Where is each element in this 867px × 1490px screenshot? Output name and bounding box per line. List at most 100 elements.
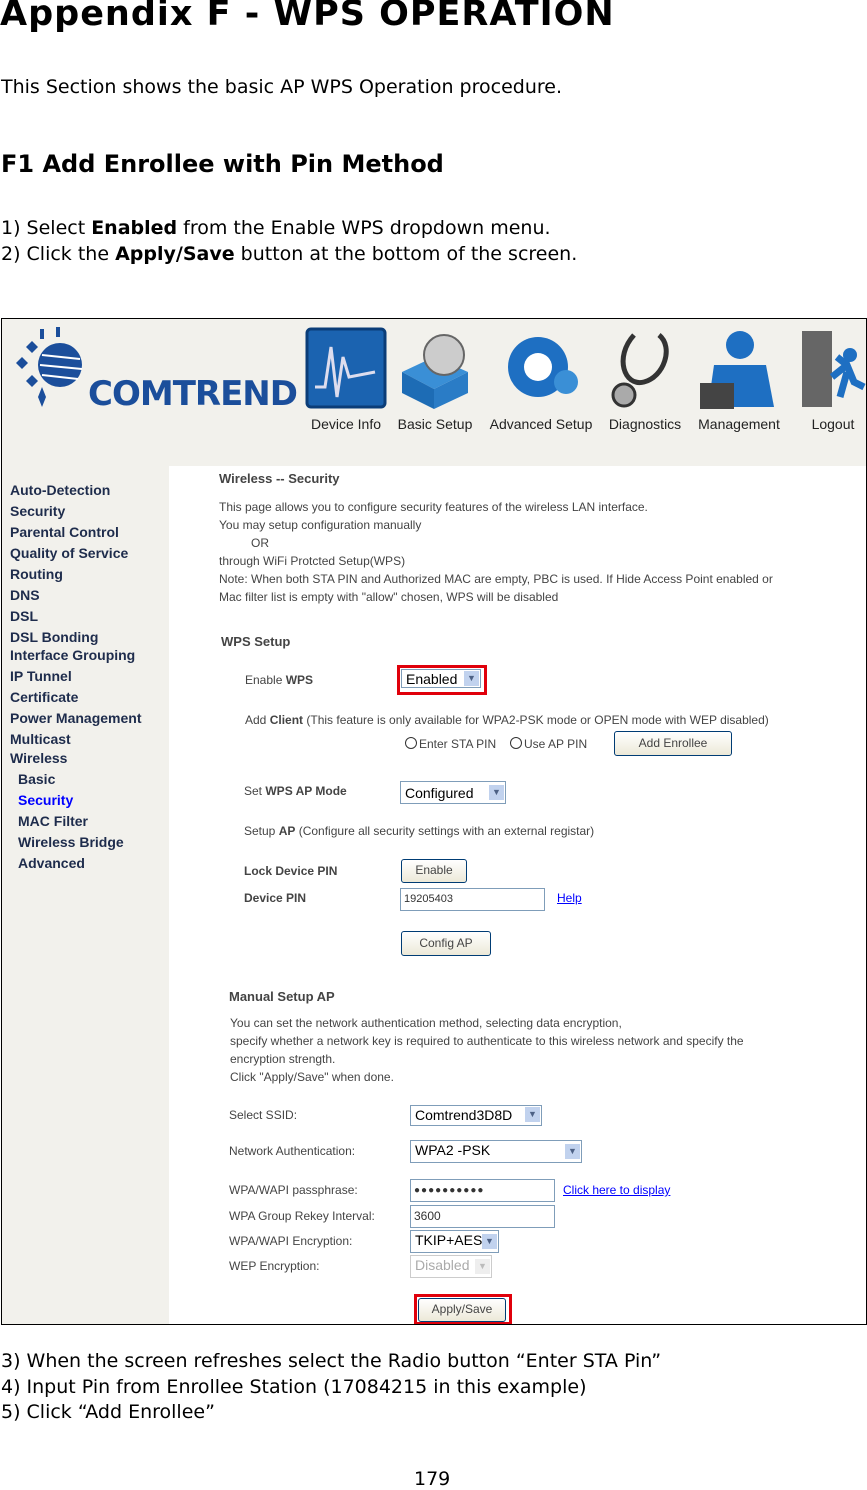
enable-wps-select[interactable]: Enabled ▼ — [401, 669, 481, 688]
page-number: 179 — [414, 1468, 451, 1490]
add-enrollee-button[interactable]: Add Enrollee — [614, 731, 732, 756]
sidebar-item[interactable]: Wireless — [10, 750, 67, 766]
section-heading: F1 Add Enrollee with Pin Method — [1, 150, 444, 178]
step-text: 1) Select — [1, 217, 92, 239]
step-bold: Enabled — [91, 217, 178, 239]
sidebar-item[interactable]: DNS — [10, 587, 40, 603]
radio-label: Use AP PIN — [524, 737, 588, 751]
radio-icon[interactable] — [510, 737, 522, 749]
ssid-select[interactable]: Comtrend3D8D ▼ — [410, 1105, 542, 1126]
sidebar-item[interactable]: DSL — [10, 608, 38, 624]
page-title: Wireless -- Security — [219, 471, 340, 486]
logo-mark-icon — [16, 327, 83, 407]
add-client-label: Add Client (This feature is only availab… — [245, 713, 769, 727]
nav-logout[interactable]: Logout — [800, 416, 866, 432]
label-bold: Client — [269, 713, 304, 727]
description-line: through WiFi Protcted Setup(WPS) — [219, 554, 406, 568]
sidebar-item[interactable]: DSL Bonding — [10, 629, 98, 645]
radio-label: Enter STA PIN — [419, 737, 497, 751]
step-2: 2) Click the Apply/Save button at the bo… — [1, 243, 577, 265]
sidebar-item[interactable]: Certificate — [10, 689, 78, 705]
sidebar-item[interactable]: Auto-Detection — [10, 482, 110, 498]
nav-diagnostics[interactable]: Diagnostics — [604, 416, 686, 432]
description-line: Note: When both STA PIN and Authorized M… — [219, 572, 773, 586]
step-1: 1) Select Enabled from the Enable WPS dr… — [1, 217, 551, 239]
rekey-label: WPA Group Rekey Interval: — [229, 1209, 375, 1223]
user-icon[interactable] — [698, 327, 780, 409]
step-text: 2) Click the — [1, 243, 116, 265]
manual-description-line: encryption strength. — [230, 1052, 336, 1066]
description-line: Mac filter list is empty with "allow" ch… — [219, 590, 559, 604]
label-note: (Configure all security settings with an… — [295, 824, 595, 838]
manual-description-line: specify whether a network key is require… — [230, 1034, 744, 1048]
label-bold: AP — [278, 824, 296, 838]
nav-management[interactable]: Management — [692, 416, 786, 432]
passphrase-input[interactable]: ●●●●●●●●●● — [410, 1179, 555, 1202]
label-bold: WPS — [285, 673, 314, 687]
sidebar-item[interactable]: IP Tunnel — [10, 668, 72, 684]
radio-use-ap-pin[interactable]: Use AP PIN — [510, 737, 587, 751]
sidebar-subitem[interactable]: Advanced — [18, 855, 85, 871]
sidebar-item[interactable]: Interface Grouping — [10, 647, 135, 663]
step-3: 3) When the screen refreshes select the … — [1, 1350, 662, 1372]
display-passphrase-link[interactable]: Click here to display — [563, 1183, 670, 1197]
encryption-label: WPA/WAPI Encryption: — [229, 1234, 353, 1248]
sidebar-item[interactable]: Routing — [10, 566, 63, 582]
select-value: WPA2 -PSK — [415, 1142, 491, 1158]
device-info-icon[interactable] — [305, 327, 387, 409]
sidebar-item[interactable]: Quality of Service — [10, 545, 128, 561]
lock-pin-label: Lock Device PIN — [244, 864, 338, 878]
wps-heading: WPS Setup — [221, 634, 291, 649]
help-link[interactable]: Help — [557, 891, 582, 905]
step-5: 5) Click “Add Enrollee” — [1, 1401, 215, 1423]
radio-enter-sta-pin[interactable]: Enter STA PIN — [405, 737, 496, 751]
logo-text: COMTREND — [88, 374, 298, 414]
select-value: Configured — [405, 785, 474, 801]
sidebar-item[interactable]: Parental Control — [10, 524, 119, 540]
select-value: TKIP+AES — [415, 1232, 483, 1248]
label-text: Add — [245, 713, 270, 727]
encryption-select[interactable]: TKIP+AES ▼ — [410, 1230, 499, 1253]
wep-label: WEP Encryption: — [229, 1259, 320, 1273]
gear-icon[interactable] — [500, 327, 582, 409]
auth-label: Network Authentication: — [229, 1144, 356, 1158]
logout-icon[interactable] — [792, 327, 866, 409]
radio-icon[interactable] — [405, 737, 417, 749]
step-bold: Apply/Save — [115, 243, 235, 265]
wps-ap-mode-select[interactable]: Configured ▼ — [400, 781, 506, 804]
auth-select[interactable]: WPA2 -PSK ▼ — [410, 1140, 582, 1163]
passphrase-label: WPA/WAPI passphrase: — [229, 1183, 358, 1197]
nav-advanced-setup[interactable]: Advanced Setup — [482, 416, 600, 432]
label-bold: WPS AP Mode — [265, 784, 347, 798]
step-text: from the Enable WPS dropdown menu. — [177, 217, 551, 239]
chevron-down-icon: ▼ — [489, 785, 504, 800]
router-screenshot: COMTREND Wireless -- Security WPS Setup … — [1, 318, 867, 1325]
lock-pin-enable-button[interactable]: Enable — [401, 859, 467, 883]
sidebar-item[interactable]: Security — [10, 503, 65, 519]
chevron-down-icon: ▼ — [565, 1144, 580, 1159]
sidebar-subitem[interactable]: Wireless Bridge — [18, 834, 124, 850]
label-note: (This feature is only available for WPA2… — [303, 713, 769, 727]
sidebar-subitem[interactable]: MAC Filter — [18, 813, 88, 829]
device-pin-input[interactable]: 19205403 — [400, 888, 545, 911]
stethoscope-icon[interactable] — [604, 327, 686, 409]
rekey-input[interactable]: 3600 — [410, 1205, 555, 1228]
label-text: Enable — [245, 673, 286, 687]
step-text: button at the bottom of the screen. — [234, 243, 578, 265]
sidebar-item[interactable]: Multicast — [10, 731, 71, 747]
step-4: 4) Input Pin from Enrollee Station (1708… — [1, 1376, 587, 1398]
nav-basic-setup[interactable]: Basic Setup — [393, 416, 477, 432]
chevron-down-icon: ▼ — [525, 1107, 540, 1122]
config-ap-button[interactable]: Config AP — [401, 931, 491, 956]
sidebar-subitem[interactable]: Security — [18, 792, 73, 808]
manual-description-line: Click "Apply/Save" when done. — [230, 1070, 394, 1084]
wep-select: Disabled ▼ — [410, 1255, 492, 1278]
chevron-down-icon: ▼ — [475, 1259, 490, 1274]
manual-description-line: You can set the network authentication m… — [230, 1016, 622, 1030]
enable-wps-label: Enable WPS — [245, 673, 313, 687]
sidebar-subitem[interactable]: Basic — [18, 771, 55, 787]
sidebar-item[interactable]: Power Management — [10, 710, 141, 726]
apply-save-button[interactable]: Apply/Save — [418, 1298, 506, 1322]
basic-setup-icon[interactable] — [394, 327, 476, 409]
nav-device-info[interactable]: Device Info — [304, 416, 388, 432]
